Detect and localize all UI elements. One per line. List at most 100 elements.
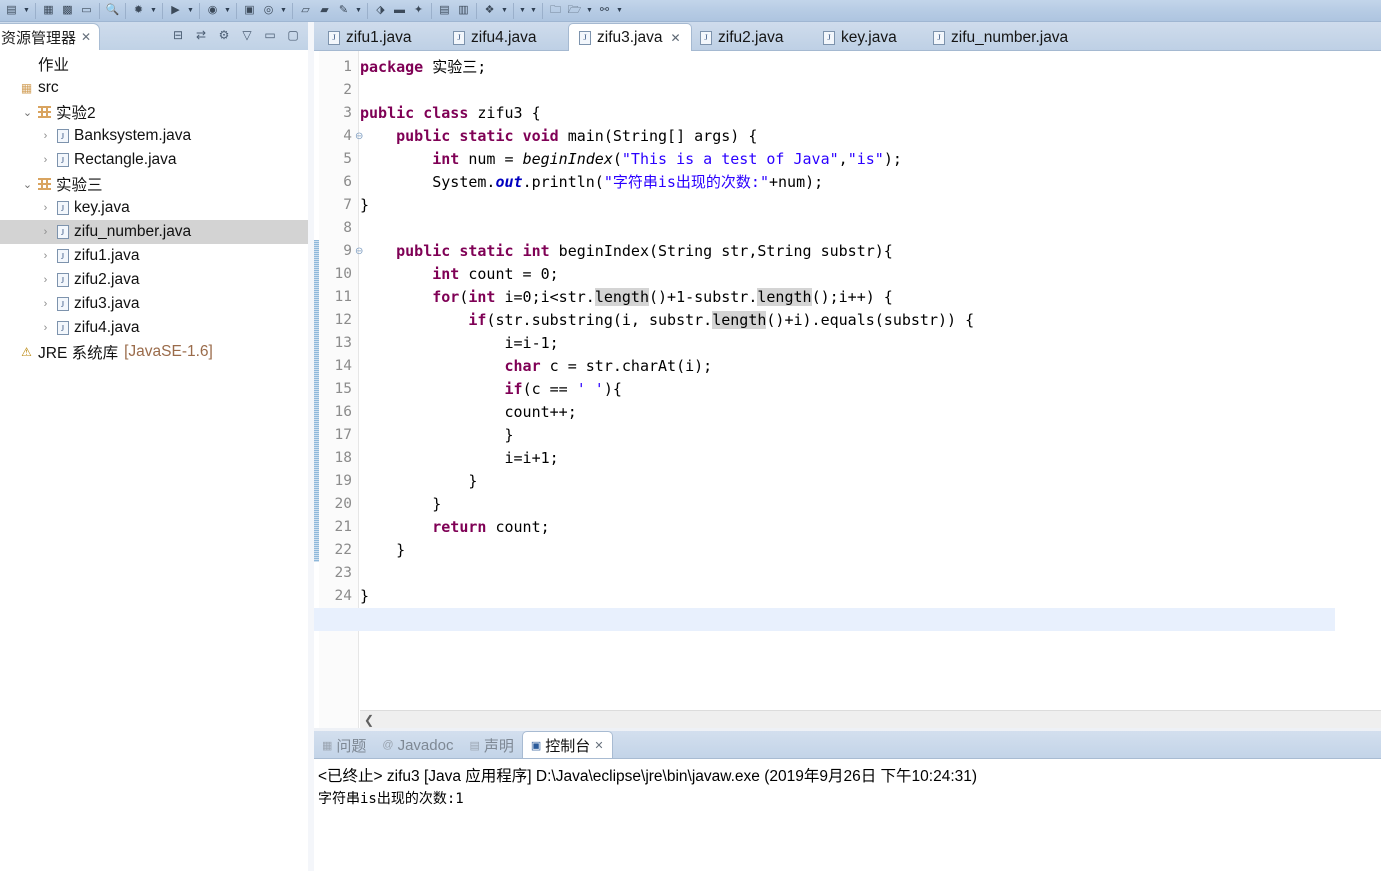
view-menu-icon[interactable]: ⚙ — [215, 26, 233, 44]
open-type-icon[interactable]: ▱ — [296, 2, 315, 20]
outline-icon[interactable]: ▤ — [435, 2, 454, 20]
code-line[interactable]: i=i-1; — [360, 332, 558, 355]
twisty-icon[interactable]: › — [38, 274, 53, 286]
editor-tab[interactable]: Jzifu2.java — [690, 24, 793, 51]
twisty-icon[interactable]: › — [38, 226, 53, 238]
code-line[interactable]: } — [360, 585, 369, 608]
twisty-icon[interactable]: ⌄ — [20, 178, 35, 191]
folder-icon[interactable]: 🗁 — [565, 2, 584, 20]
edit-icon[interactable]: ✎ — [334, 2, 353, 20]
console-tab[interactable]: ▣ 控制台 ✕ — [521, 731, 613, 758]
open-task-icon[interactable]: ▰ — [315, 2, 334, 20]
code-line[interactable]: i=i+1; — [360, 447, 558, 470]
tree-item[interactable]: ⚠ JRE 系统库 [JavaSE-1.6] — [0, 340, 308, 364]
code-line[interactable]: public static void main(String[] args) { — [360, 125, 757, 148]
editor-tab[interactable]: Jzifu4.java — [443, 24, 546, 51]
code-line[interactable]: if(str.substring(i, substr.length()+i).e… — [360, 309, 974, 332]
new-java-package-icon[interactable]: ▣ — [240, 2, 259, 20]
link-icon[interactable]: ⚯ — [595, 2, 614, 20]
editor-tab[interactable]: Jkey.java — [813, 24, 907, 51]
code-line[interactable]: public static int beginIndex(String str,… — [360, 240, 893, 263]
view-dropdown-icon[interactable]: ▽ — [238, 26, 256, 44]
java-source-editor[interactable]: 1 2 3 4 ⊖ 5 6 7 8 9 ⊖ 10 11 12 13 14 15 16 17 18 19 20 21 22 23 2… — [314, 51, 1381, 728]
tree-item[interactable]: › Jzifu_number.java — [0, 220, 308, 244]
minimize-icon[interactable]: ▭ — [261, 26, 279, 44]
pencil-dropdown-icon[interactable]: ▼ — [584, 2, 595, 20]
close-icon[interactable]: ✕ — [670, 31, 680, 45]
tree-item[interactable]: › J Rectangle.java — [0, 148, 308, 172]
tree-item[interactable]: › J Banksystem.java — [0, 124, 308, 148]
run-external-tools-icon[interactable]: ◉ — [203, 2, 222, 20]
project-tree[interactable]: 作业 ▦ src ⌄ 实验2 › J Banksystem.java › J Rectangle.j… — [0, 50, 308, 871]
twisty-icon[interactable]: › — [38, 298, 53, 310]
twisty-icon[interactable]: › — [38, 130, 53, 142]
twisty-icon[interactable]: › — [38, 154, 53, 166]
save-all-icon[interactable]: ▩ — [58, 2, 77, 20]
code-line[interactable]: System.out.println("字符串is出现的次数:"+num); — [360, 171, 823, 194]
filter-dropdown-icon[interactable]: ▼ — [528, 2, 539, 20]
tree-item[interactable]: › Jzifu2.java — [0, 268, 308, 292]
run-dropdown-icon[interactable]: ▼ — [185, 2, 196, 20]
code-line[interactable]: count++; — [360, 401, 576, 424]
editor-tab[interactable]: Jzifu1.java — [318, 24, 421, 51]
editor-horizontal-scrollbar[interactable]: ❮ — [360, 710, 1381, 728]
tree-item[interactable]: › Jkey.java — [0, 196, 308, 220]
code-line[interactable]: } — [360, 470, 477, 493]
save-icon[interactable]: ▦ — [39, 2, 58, 20]
close-icon[interactable]: ✕ — [594, 739, 603, 752]
new-wizard-icon[interactable]: ▤ — [2, 2, 21, 20]
highlight-icon[interactable]: ▬ — [390, 2, 409, 20]
twisty-icon[interactable]: ⌄ — [20, 106, 35, 119]
collapse-all-icon[interactable]: ⊟ — [169, 26, 187, 44]
bookmark-dropdown-icon[interactable]: ▼ — [499, 2, 510, 20]
new-java-class-icon[interactable]: ◎ — [259, 2, 278, 20]
toggle-mark-occurrences-icon[interactable]: ✦ — [409, 2, 428, 20]
new-dropdown-icon[interactable]: ▼ — [21, 2, 32, 20]
code-line[interactable] — [314, 608, 1335, 631]
scroll-left-icon[interactable]: ❮ — [360, 713, 378, 727]
console-tab[interactable]: ▤ 声明 — [461, 732, 521, 758]
debug-dropdown-icon[interactable]: ▼ — [148, 2, 159, 20]
tree-item[interactable]: › Jzifu4.java — [0, 316, 308, 340]
hierarchy-icon[interactable]: ▥ — [454, 2, 473, 20]
console-tab[interactable]: @ Javadoc — [374, 732, 461, 758]
editor-tab[interactable]: Jzifu3.java ✕ — [568, 23, 692, 51]
print-icon[interactable]: ▭ — [77, 2, 96, 20]
run-icon[interactable]: ▶ — [166, 2, 185, 20]
next-annotation-icon[interactable]: ⬗ — [371, 2, 390, 20]
code-line[interactable]: } — [360, 493, 441, 516]
tree-item[interactable]: › Jzifu1.java — [0, 244, 308, 268]
tree-item[interactable]: ▦ src — [0, 76, 308, 100]
close-icon[interactable]: ✕ — [81, 30, 91, 44]
maximize-icon[interactable]: ▢ — [284, 26, 302, 44]
edit-dropdown-icon[interactable]: ▼ — [353, 2, 364, 20]
code-line[interactable]: } — [360, 424, 513, 447]
editor-tab[interactable]: Jzifu_number.java — [923, 24, 1078, 51]
tab-package-explorer[interactable]: 资源管理器 ✕ — [0, 23, 101, 50]
tree-item[interactable]: › Jzifu3.java — [0, 292, 308, 316]
tree-item[interactable]: 作业 — [0, 52, 308, 76]
code-line[interactable]: package 实验三; — [360, 56, 486, 79]
external-tools-dropdown-icon[interactable]: ▼ — [222, 2, 233, 20]
twisty-icon[interactable]: › — [38, 250, 53, 262]
code-line[interactable]: } — [360, 194, 369, 217]
console-output-area[interactable]: <已终止> zifu3 [Java 应用程序] D:\Java\eclipse\… — [314, 759, 1381, 871]
code-line[interactable]: int num = beginIndex("This is a test of … — [360, 148, 902, 171]
code-line[interactable]: int count = 0; — [360, 263, 558, 286]
search-icon[interactable]: 🔍 — [103, 2, 122, 20]
tree-item[interactable]: ⌄ 实验2 — [0, 100, 308, 124]
code-line[interactable]: public class zifu3 { — [360, 102, 541, 125]
bookmark-icon[interactable]: ❖ — [480, 2, 499, 20]
source-text[interactable]: package 实验三; public class zifu3 { public … — [314, 51, 1381, 728]
folder-open-icon[interactable]: 🗀 — [546, 2, 565, 20]
code-line[interactable]: for(int i=0;i<str.length()+1-substr.leng… — [360, 286, 893, 309]
filter-icon[interactable]: ▼ — [517, 2, 528, 20]
debug-icon[interactable]: ✹ — [129, 2, 148, 20]
twisty-icon[interactable]: › — [38, 202, 53, 214]
link-with-editor-icon[interactable]: ⇄ — [192, 26, 210, 44]
tree-item[interactable]: ⌄ 实验三 — [0, 172, 308, 196]
twisty-icon[interactable]: › — [38, 322, 53, 334]
link-dropdown-icon[interactable]: ▼ — [614, 2, 625, 20]
code-line[interactable]: return count; — [360, 516, 549, 539]
code-line[interactable]: } — [360, 539, 405, 562]
